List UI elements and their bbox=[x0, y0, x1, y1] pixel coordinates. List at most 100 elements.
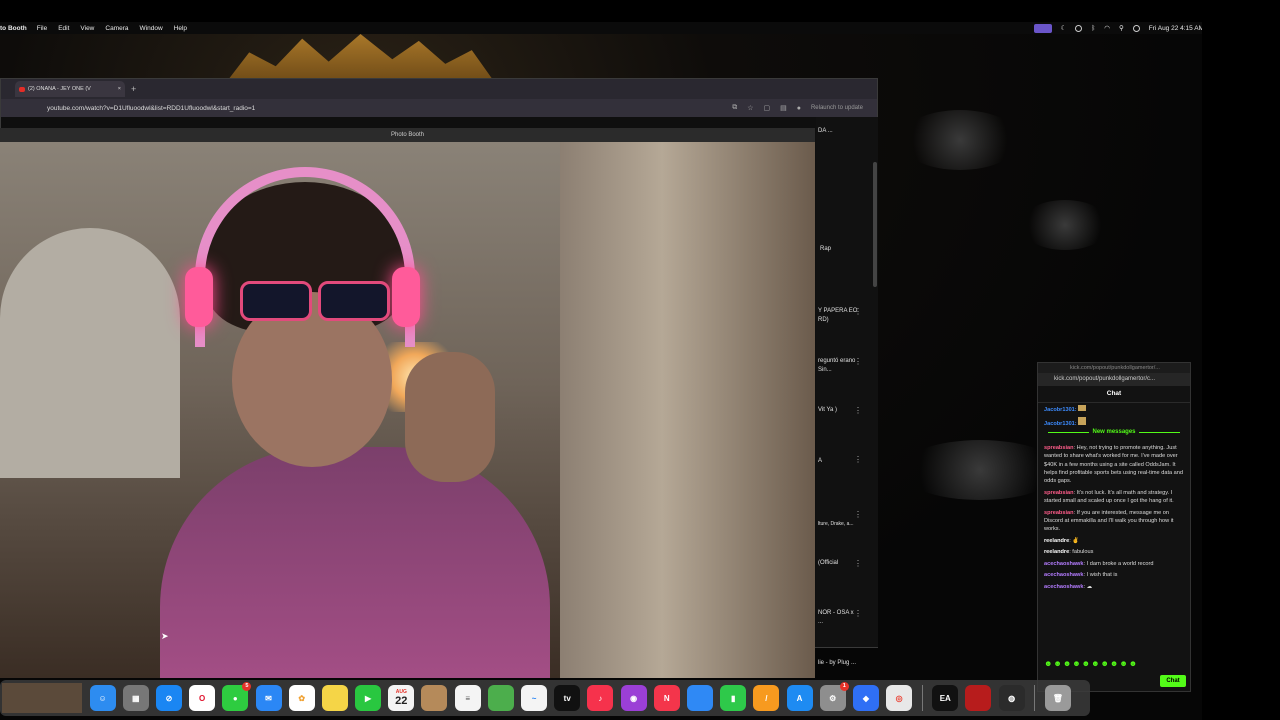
pages-icon[interactable]: / bbox=[753, 685, 780, 711]
emote-picker-row[interactable]: ☻☻☻☻☻☻☻☻☻☻ bbox=[1044, 659, 1138, 668]
notes-icon[interactable] bbox=[321, 685, 348, 711]
photos-icon[interactable]: ✿ bbox=[288, 685, 315, 711]
scrollbar[interactable] bbox=[873, 162, 877, 287]
close-tab-icon[interactable]: × bbox=[118, 86, 121, 92]
reminders-icon[interactable]: ≡ bbox=[454, 685, 481, 711]
numbers-icon[interactable]: ▮ bbox=[720, 685, 747, 711]
emote-icon: ✌ bbox=[1072, 537, 1080, 544]
ea-icon[interactable]: EA bbox=[932, 685, 959, 711]
kick-url-bar[interactable]: kick.com/popout/punkdollgamertor/c... bbox=[1038, 373, 1190, 386]
contacts-icon[interactable] bbox=[421, 685, 448, 711]
launchpad-icon[interactable]: ▦ bbox=[122, 685, 149, 711]
opera-icon[interactable]: O bbox=[189, 685, 216, 711]
podcasts-icon[interactable]: ◉ bbox=[620, 685, 647, 711]
url-field[interactable]: youtube.com/watch?v=D1Ufluoodwl&list=RDD… bbox=[47, 105, 732, 112]
clock-text[interactable]: Fri Aug 22 4:15 AM bbox=[1149, 25, 1204, 32]
app-store-icon[interactable]: A bbox=[786, 685, 813, 711]
menu-window[interactable]: Window bbox=[140, 25, 163, 32]
more-options-icon[interactable]: ⋮ bbox=[854, 307, 862, 316]
menu-edit[interactable]: Edit bbox=[58, 25, 69, 32]
tab-strip: (2) ONANA - JEY ONE (V × + bbox=[1, 79, 877, 99]
music-icon[interactable]: ♪ bbox=[587, 685, 614, 711]
list-item[interactable]: Rap bbox=[820, 245, 860, 254]
chrome-icon[interactable]: ◎ bbox=[886, 685, 913, 711]
photo-booth-titlebar[interactable]: Photo Booth bbox=[0, 128, 815, 142]
bookmark-star-icon[interactable]: ☆ bbox=[747, 104, 753, 112]
facetime-icon[interactable]: ▶ bbox=[355, 685, 382, 711]
dock-separator bbox=[1034, 685, 1036, 711]
trash-icon[interactable]: 🗑 bbox=[1044, 685, 1071, 711]
menu-bar: to Booth File Edit View Camera Window He… bbox=[0, 22, 1280, 34]
obs-icon[interactable]: ◍ bbox=[998, 685, 1025, 711]
install-icon[interactable]: ⧉ bbox=[732, 104, 737, 112]
address-bar: youtube.com/watch?v=D1Ufluoodwl&list=RDD… bbox=[1, 99, 877, 117]
list-item[interactable]: lie - by Plug ... bbox=[818, 659, 858, 668]
control-icon[interactable] bbox=[1075, 24, 1083, 32]
chat-message: acechaoshawk: ☁ bbox=[1044, 583, 1093, 590]
more-options-icon[interactable]: ⋮ bbox=[854, 510, 862, 519]
send-chat-button[interactable]: Chat bbox=[1160, 675, 1186, 687]
tab-title: (2) ONANA - JEY ONE (V bbox=[28, 86, 91, 92]
list-item[interactable]: DA ... bbox=[818, 127, 858, 136]
messages-badge: 5 bbox=[242, 682, 252, 691]
emote-icon: ☁ bbox=[1086, 583, 1093, 590]
more-options-icon[interactable]: ⋮ bbox=[854, 406, 862, 415]
more-options-icon[interactable]: ⋮ bbox=[854, 455, 862, 464]
roblox-icon[interactable]: ◆ bbox=[852, 685, 879, 711]
game-icon[interactable] bbox=[965, 685, 992, 711]
wifi-icon[interactable]: ◠ bbox=[1104, 24, 1110, 32]
chat-message: spreabsian: If you are interested, messa… bbox=[1044, 509, 1174, 533]
arched-mirror bbox=[0, 228, 180, 478]
up-next-list: DA ... Rap Y PAPERA EO RD) ⋮ reguntó era… bbox=[816, 117, 878, 666]
chat-message: reelandre: fabulous bbox=[1044, 549, 1094, 556]
list-item[interactable]: Vit Ya ) bbox=[818, 406, 858, 415]
relaunch-button[interactable]: Relaunch to update bbox=[811, 105, 863, 111]
more-options-icon[interactable]: ⋮ bbox=[854, 357, 862, 366]
finder-icon[interactable]: ☺ bbox=[89, 685, 116, 711]
messages-icon[interactable]: ● 5 bbox=[222, 682, 252, 711]
search-icon[interactable]: ⚲ bbox=[1119, 24, 1124, 32]
moon-icon[interactable]: ☾ bbox=[1061, 24, 1067, 32]
list-item[interactable]: A bbox=[818, 457, 858, 466]
bluetooth-icon[interactable]: ᛒ bbox=[1091, 25, 1095, 32]
system-settings-icon[interactable]: ⚙ 1 bbox=[819, 682, 849, 711]
control-center-icon[interactable] bbox=[1132, 24, 1140, 32]
keynote-icon[interactable] bbox=[686, 685, 713, 711]
tab-youtube[interactable]: (2) ONANA - JEY ONE (V × bbox=[15, 81, 125, 97]
profile-icon[interactable]: ● bbox=[797, 105, 801, 112]
more-options-icon[interactable]: ⋮ bbox=[854, 559, 862, 568]
menu-view[interactable]: View bbox=[80, 25, 94, 32]
news-icon[interactable]: N bbox=[653, 685, 680, 711]
freeform-icon[interactable]: ~ bbox=[521, 685, 548, 711]
screen-record-icon[interactable] bbox=[1033, 23, 1052, 33]
chat-messages: Jacobr1301: Jacobr1301: New messages spr… bbox=[1038, 405, 1190, 591]
list-item[interactable]: lture, Drake, a... bbox=[818, 520, 858, 529]
sunglasses-lens bbox=[318, 281, 390, 321]
sunglasses bbox=[232, 277, 392, 321]
list-item[interactable]: Y PAPERA EO RD) bbox=[818, 307, 858, 325]
menu-file[interactable]: File bbox=[37, 25, 47, 32]
safari-icon[interactable]: ⊘ bbox=[155, 685, 182, 711]
headphone-cup-right bbox=[392, 267, 420, 327]
menu-camera[interactable]: Camera bbox=[105, 25, 128, 32]
list-item[interactable]: NOR - OSA x ... bbox=[818, 609, 858, 627]
list-item[interactable]: reguntó erano Sin... bbox=[818, 357, 858, 375]
mail-icon[interactable]: ✉ bbox=[255, 685, 282, 711]
new-tab-button[interactable]: + bbox=[131, 84, 136, 94]
kick-chat-window: kick.com/popout/punkdollgamertor/... kic… bbox=[1037, 362, 1191, 692]
calendar-icon[interactable]: AUG 22 bbox=[388, 685, 415, 711]
omnibar-actions: ⧉ ☆ ▢ ▤ ● bbox=[732, 104, 801, 112]
extensions-icon[interactable]: ▢ bbox=[763, 104, 770, 112]
wallpaper-smoke bbox=[900, 440, 1060, 500]
dock-minimized-window[interactable] bbox=[2, 683, 82, 713]
kick-titlebar[interactable]: kick.com/popout/punkdollgamertor/... bbox=[1038, 363, 1190, 373]
apple-tv-icon[interactable]: tv bbox=[554, 685, 581, 711]
more-options-icon[interactable]: ⋮ bbox=[854, 609, 862, 618]
menu-help[interactable]: Help bbox=[174, 25, 187, 32]
menu-app-name[interactable]: to Booth bbox=[0, 25, 27, 32]
maps-icon[interactable] bbox=[487, 685, 514, 711]
chat-message: acechaoshawk: I wish that is bbox=[1044, 572, 1118, 579]
list-item[interactable]: (Official bbox=[818, 559, 858, 568]
status-area: ☾ ᛒ ◠ ⚲ Fri Aug 22 4:15 AM bbox=[1033, 23, 1204, 33]
sidepanel-icon[interactable]: ▤ bbox=[780, 104, 787, 112]
